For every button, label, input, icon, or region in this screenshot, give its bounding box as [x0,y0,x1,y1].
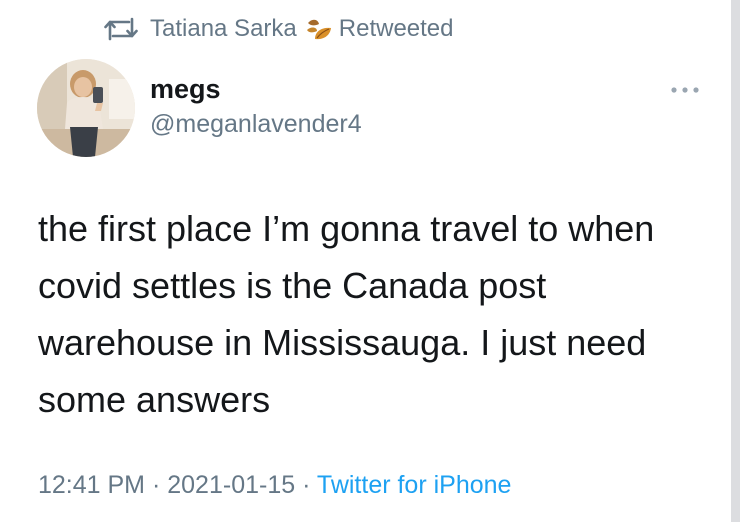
tweet-source-link[interactable]: Twitter for iPhone [317,471,512,499]
tweet-meta: 12:41 PM · 2021-01-15 · Twitter for iPho… [38,471,511,500]
retweet-icon [104,17,138,41]
author-handle[interactable]: @meganlavender4 [150,110,362,139]
tweet-text-line: some answers [38,379,271,420]
leaf-emoji-icon [306,19,331,40]
retweeter-name[interactable]: Tatiana Sarka [150,15,297,43]
tweet-time[interactable]: 12:41 PM [38,471,145,499]
more-horizontal-icon[interactable] [669,85,701,95]
tweet-text-line: warehouse in Mississauga. I just need [38,322,647,363]
tweet-text-line: covid settles is the Canada post [38,265,547,306]
tweet-text: the first place I’m gonna travel to when… [38,200,718,428]
avatar-photo [37,59,135,157]
screenshot-edge [731,0,740,522]
retweeted-label: Retweeted [338,15,454,42]
author-display-name[interactable]: megs [150,74,221,105]
tweet-text-line: the first place I’m gonna travel to when [38,208,655,249]
retweet-context: Tatiana Sarka Retweeted [104,12,454,46]
tweet-date[interactable]: 2021-01-15 [167,471,295,499]
meta-separator: · [302,471,311,499]
avatar[interactable] [37,59,135,157]
meta-separator: · [151,471,161,499]
